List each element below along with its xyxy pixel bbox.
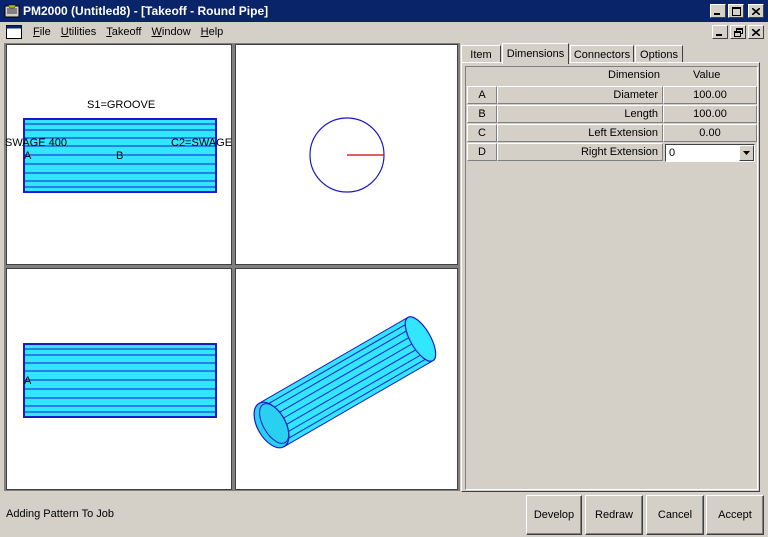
- combo-value: 0: [669, 147, 676, 159]
- row-key: C: [467, 124, 497, 142]
- dimension-column-header: Dimension: [608, 69, 660, 81]
- menu-utilities-label: tilities: [68, 26, 97, 38]
- child-close-button[interactable]: [748, 25, 764, 39]
- menu-utilities-accel: U: [60, 26, 69, 38]
- minimize-button[interactable]: [710, 4, 726, 18]
- close-button[interactable]: [748, 4, 764, 18]
- menu-file-label: ile: [39, 26, 51, 38]
- maximize-button[interactable]: [728, 4, 744, 18]
- menu-help-label: elp: [208, 26, 224, 38]
- tab-options[interactable]: Options: [635, 45, 683, 63]
- accept-button[interactable]: Accept: [706, 495, 764, 535]
- top-view-drawing: [23, 343, 217, 418]
- dimensions-tab-body: Dimension Value A Diameter 100.00 B Leng…: [461, 62, 760, 492]
- title-bar: PM2000 (Untitled8) - [Takeoff - Round Pi…: [0, 0, 768, 22]
- front-top-label: S1=GROOVE: [87, 99, 156, 111]
- viewport-top[interactable]: A: [6, 268, 232, 490]
- viewport-isometric[interactable]: [235, 268, 458, 490]
- value-column-header: Value: [693, 69, 721, 81]
- develop-button[interactable]: Develop: [526, 495, 582, 535]
- tab-dimensions[interactable]: Dimensions: [502, 43, 569, 64]
- row-key: B: [467, 105, 497, 123]
- dimension-row-c[interactable]: C Left Extension 0.00: [467, 124, 757, 143]
- tab-connectors[interactable]: Connectors: [570, 45, 634, 63]
- row-value[interactable]: 100.00: [663, 86, 757, 104]
- close-icon: [752, 7, 760, 15]
- end-view-drawing: [309, 117, 385, 193]
- row-key: A: [467, 86, 497, 104]
- front-point-b-label: B: [116, 150, 124, 162]
- dimension-row-a[interactable]: A Diameter 100.00: [467, 86, 757, 105]
- minimize-icon: [716, 33, 722, 36]
- combo-dropdown-button[interactable]: [739, 145, 754, 161]
- viewport-end[interactable]: [235, 44, 458, 265]
- dimension-row-d[interactable]: D Right Extension 0: [467, 143, 757, 162]
- menu-window-accel: W: [151, 26, 162, 38]
- isometric-view-drawing: [253, 316, 437, 449]
- close-icon: [752, 28, 760, 36]
- front-point-a-label: A: [24, 150, 32, 162]
- menu-help[interactable]: Help: [196, 26, 229, 38]
- menu-help-accel: H: [200, 26, 209, 38]
- status-message: Adding Pattern To Job: [6, 508, 115, 520]
- child-restore-button[interactable]: [730, 25, 746, 39]
- dropdown-arrow-icon: [743, 151, 750, 155]
- viewport-front[interactable]: S1=GROOVE SWAGE 400 C2=SWAGE A B: [5, 44, 233, 265]
- row-key: D: [467, 143, 497, 161]
- dimension-row-b[interactable]: B Length 100.00: [467, 105, 757, 124]
- property-panel: Item Dimensions Connectors Options Dimen…: [461, 43, 766, 492]
- tab-item[interactable]: Item: [461, 45, 501, 63]
- maximize-icon: [731, 6, 741, 16]
- menu-bar: File Utilities Takeoff Window Help: [0, 22, 768, 42]
- menu-utilities[interactable]: Utilities: [56, 26, 101, 38]
- document-icon[interactable]: [6, 25, 22, 39]
- dimensions-grid: Dimension Value A Diameter 100.00 B Leng…: [465, 66, 758, 490]
- minimize-icon: [714, 12, 720, 15]
- menu-takeoff[interactable]: Takeoff: [101, 26, 146, 38]
- menu-file[interactable]: File: [28, 26, 56, 38]
- front-left-label: SWAGE 400: [5, 137, 67, 149]
- menu-file-accel: F: [33, 26, 40, 38]
- tab-strip: Item Dimensions Connectors Options: [461, 43, 766, 64]
- child-minimize-button[interactable]: [712, 25, 728, 39]
- row-name: Left Extension: [497, 124, 663, 142]
- right-extension-combo[interactable]: 0: [665, 144, 755, 162]
- row-name: Right Extension: [497, 143, 663, 161]
- cancel-button[interactable]: Cancel: [646, 495, 704, 535]
- redraw-button[interactable]: Redraw: [585, 495, 643, 535]
- row-value[interactable]: 0.00: [663, 124, 757, 142]
- top-point-a-label: A: [24, 375, 32, 387]
- menu-window[interactable]: Window: [147, 26, 196, 38]
- window-title: PM2000 (Untitled8) - [Takeoff - Round Pi…: [23, 4, 269, 18]
- app-icon: [4, 4, 20, 18]
- row-name: Diameter: [497, 86, 663, 104]
- row-name: Length: [497, 105, 663, 123]
- status-bar: Adding Pattern To Job Develop Redraw Can…: [0, 492, 768, 537]
- viewport-area: S1=GROOVE SWAGE 400 C2=SWAGE A B A: [4, 43, 460, 491]
- row-value[interactable]: 100.00: [663, 105, 757, 123]
- menu-window-label: indow: [161, 26, 191, 38]
- restore-icon: [733, 27, 743, 37]
- menu-takeoff-label: akeoff: [111, 26, 142, 38]
- front-right-label: C2=SWAGE: [171, 137, 233, 149]
